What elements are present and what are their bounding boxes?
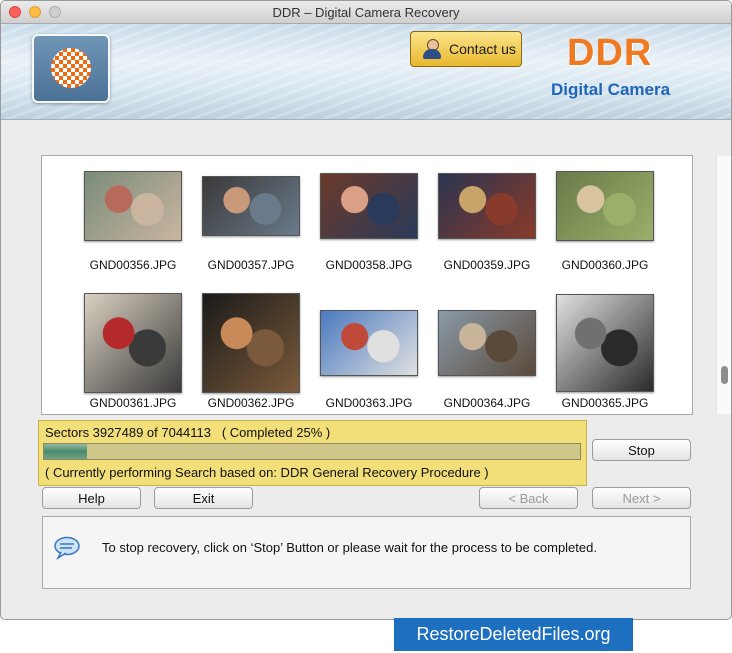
info-message-panel: To stop recovery, click on ‘Stop’ Button… <box>42 516 691 589</box>
photo-thumbnail[interactable] <box>84 171 182 241</box>
file-name-label: GND00359.JPG <box>443 258 531 272</box>
file-thumbnail-item[interactable]: GND00363.JPG <box>310 290 428 410</box>
file-name-label: GND00362.JPG <box>207 396 295 410</box>
file-name-label: GND00365.JPG <box>561 396 649 410</box>
file-thumbnail-item[interactable]: GND00356.JPG <box>74 156 192 274</box>
photo-thumbnail[interactable] <box>438 310 536 376</box>
file-thumbnail-item[interactable]: GND00357.JPG <box>192 156 310 274</box>
sectors-status-text: Sectors 3927489 of 7044113 ( Completed 2… <box>45 425 331 440</box>
contact-us-label: Contact us <box>449 41 516 57</box>
photo-thumbnail[interactable] <box>320 310 418 376</box>
file-thumbnail-item[interactable]: GND00358.JPG <box>310 156 428 274</box>
website-badge: RestoreDeletedFiles.org <box>394 618 633 651</box>
exit-button[interactable]: Exit <box>154 487 253 509</box>
photo-thumbnail[interactable] <box>438 173 536 239</box>
file-thumbnail-item[interactable]: GND00364.JPG <box>428 290 546 410</box>
title-bar: DDR – Digital Camera Recovery <box>1 1 731 24</box>
app-logo <box>32 34 110 103</box>
header-banner: Contact us DDR Digital Camera <box>1 24 731 120</box>
file-name-label: GND00363.JPG <box>325 396 413 410</box>
next-button[interactable]: Next > <box>592 487 691 509</box>
file-thumbnail-item[interactable]: GND00362.JPG <box>192 290 310 410</box>
file-thumbnail-item[interactable]: GND00359.JPG <box>428 156 546 274</box>
file-thumbnail-item[interactable]: GND00360.JPG <box>546 156 664 274</box>
contact-us-button[interactable]: Contact us <box>410 31 522 67</box>
file-name-label: GND00360.JPG <box>561 258 649 272</box>
support-person-icon <box>421 38 443 60</box>
photo-thumbnail[interactable] <box>556 294 654 392</box>
file-name-label: GND00364.JPG <box>443 396 531 410</box>
photo-thumbnail[interactable] <box>84 293 182 393</box>
file-name-label: GND00356.JPG <box>89 258 177 272</box>
file-thumbnail-item[interactable]: GND00361.JPG <box>74 290 192 410</box>
checkered-ball-icon <box>51 48 91 88</box>
info-message-text: To stop recovery, click on ‘Stop’ Button… <box>102 540 597 555</box>
photo-thumbnail[interactable] <box>556 171 654 241</box>
recovery-status-panel: Sectors 3927489 of 7044113 ( Completed 2… <box>38 420 587 486</box>
file-thumbnail-item[interactable]: GND00365.JPG <box>546 290 664 410</box>
stop-button[interactable]: Stop <box>592 439 691 461</box>
gallery-scrollbar[interactable] <box>716 156 731 414</box>
speech-bubble-icon <box>54 536 80 560</box>
scrollbar-thumb[interactable] <box>721 366 728 384</box>
brand-logo-text: DDR <box>567 32 653 74</box>
procedure-status-text: ( Currently performing Search based on: … <box>45 465 489 480</box>
file-name-label: GND00358.JPG <box>325 258 413 272</box>
file-name-label: GND00361.JPG <box>89 396 177 410</box>
back-button[interactable]: < Back <box>479 487 578 509</box>
photo-thumbnail[interactable] <box>202 293 300 393</box>
progress-fill <box>44 444 87 459</box>
photo-thumbnail[interactable] <box>202 176 300 236</box>
recovered-files-gallery[interactable]: GND00356.JPG GND00357.JPG GND00358.JPG GND0… <box>41 155 731 415</box>
window-title: DDR – Digital Camera Recovery <box>272 5 460 20</box>
photo-thumbnail[interactable] <box>320 173 418 239</box>
recovery-progress-bar <box>43 443 581 460</box>
file-name-label: GND00357.JPG <box>207 258 295 272</box>
brand-subtitle: Digital Camera <box>551 80 671 99</box>
app-window: DDR – Digital Camera Recovery Contact us… <box>0 0 732 620</box>
help-button[interactable]: Help <box>42 487 141 509</box>
